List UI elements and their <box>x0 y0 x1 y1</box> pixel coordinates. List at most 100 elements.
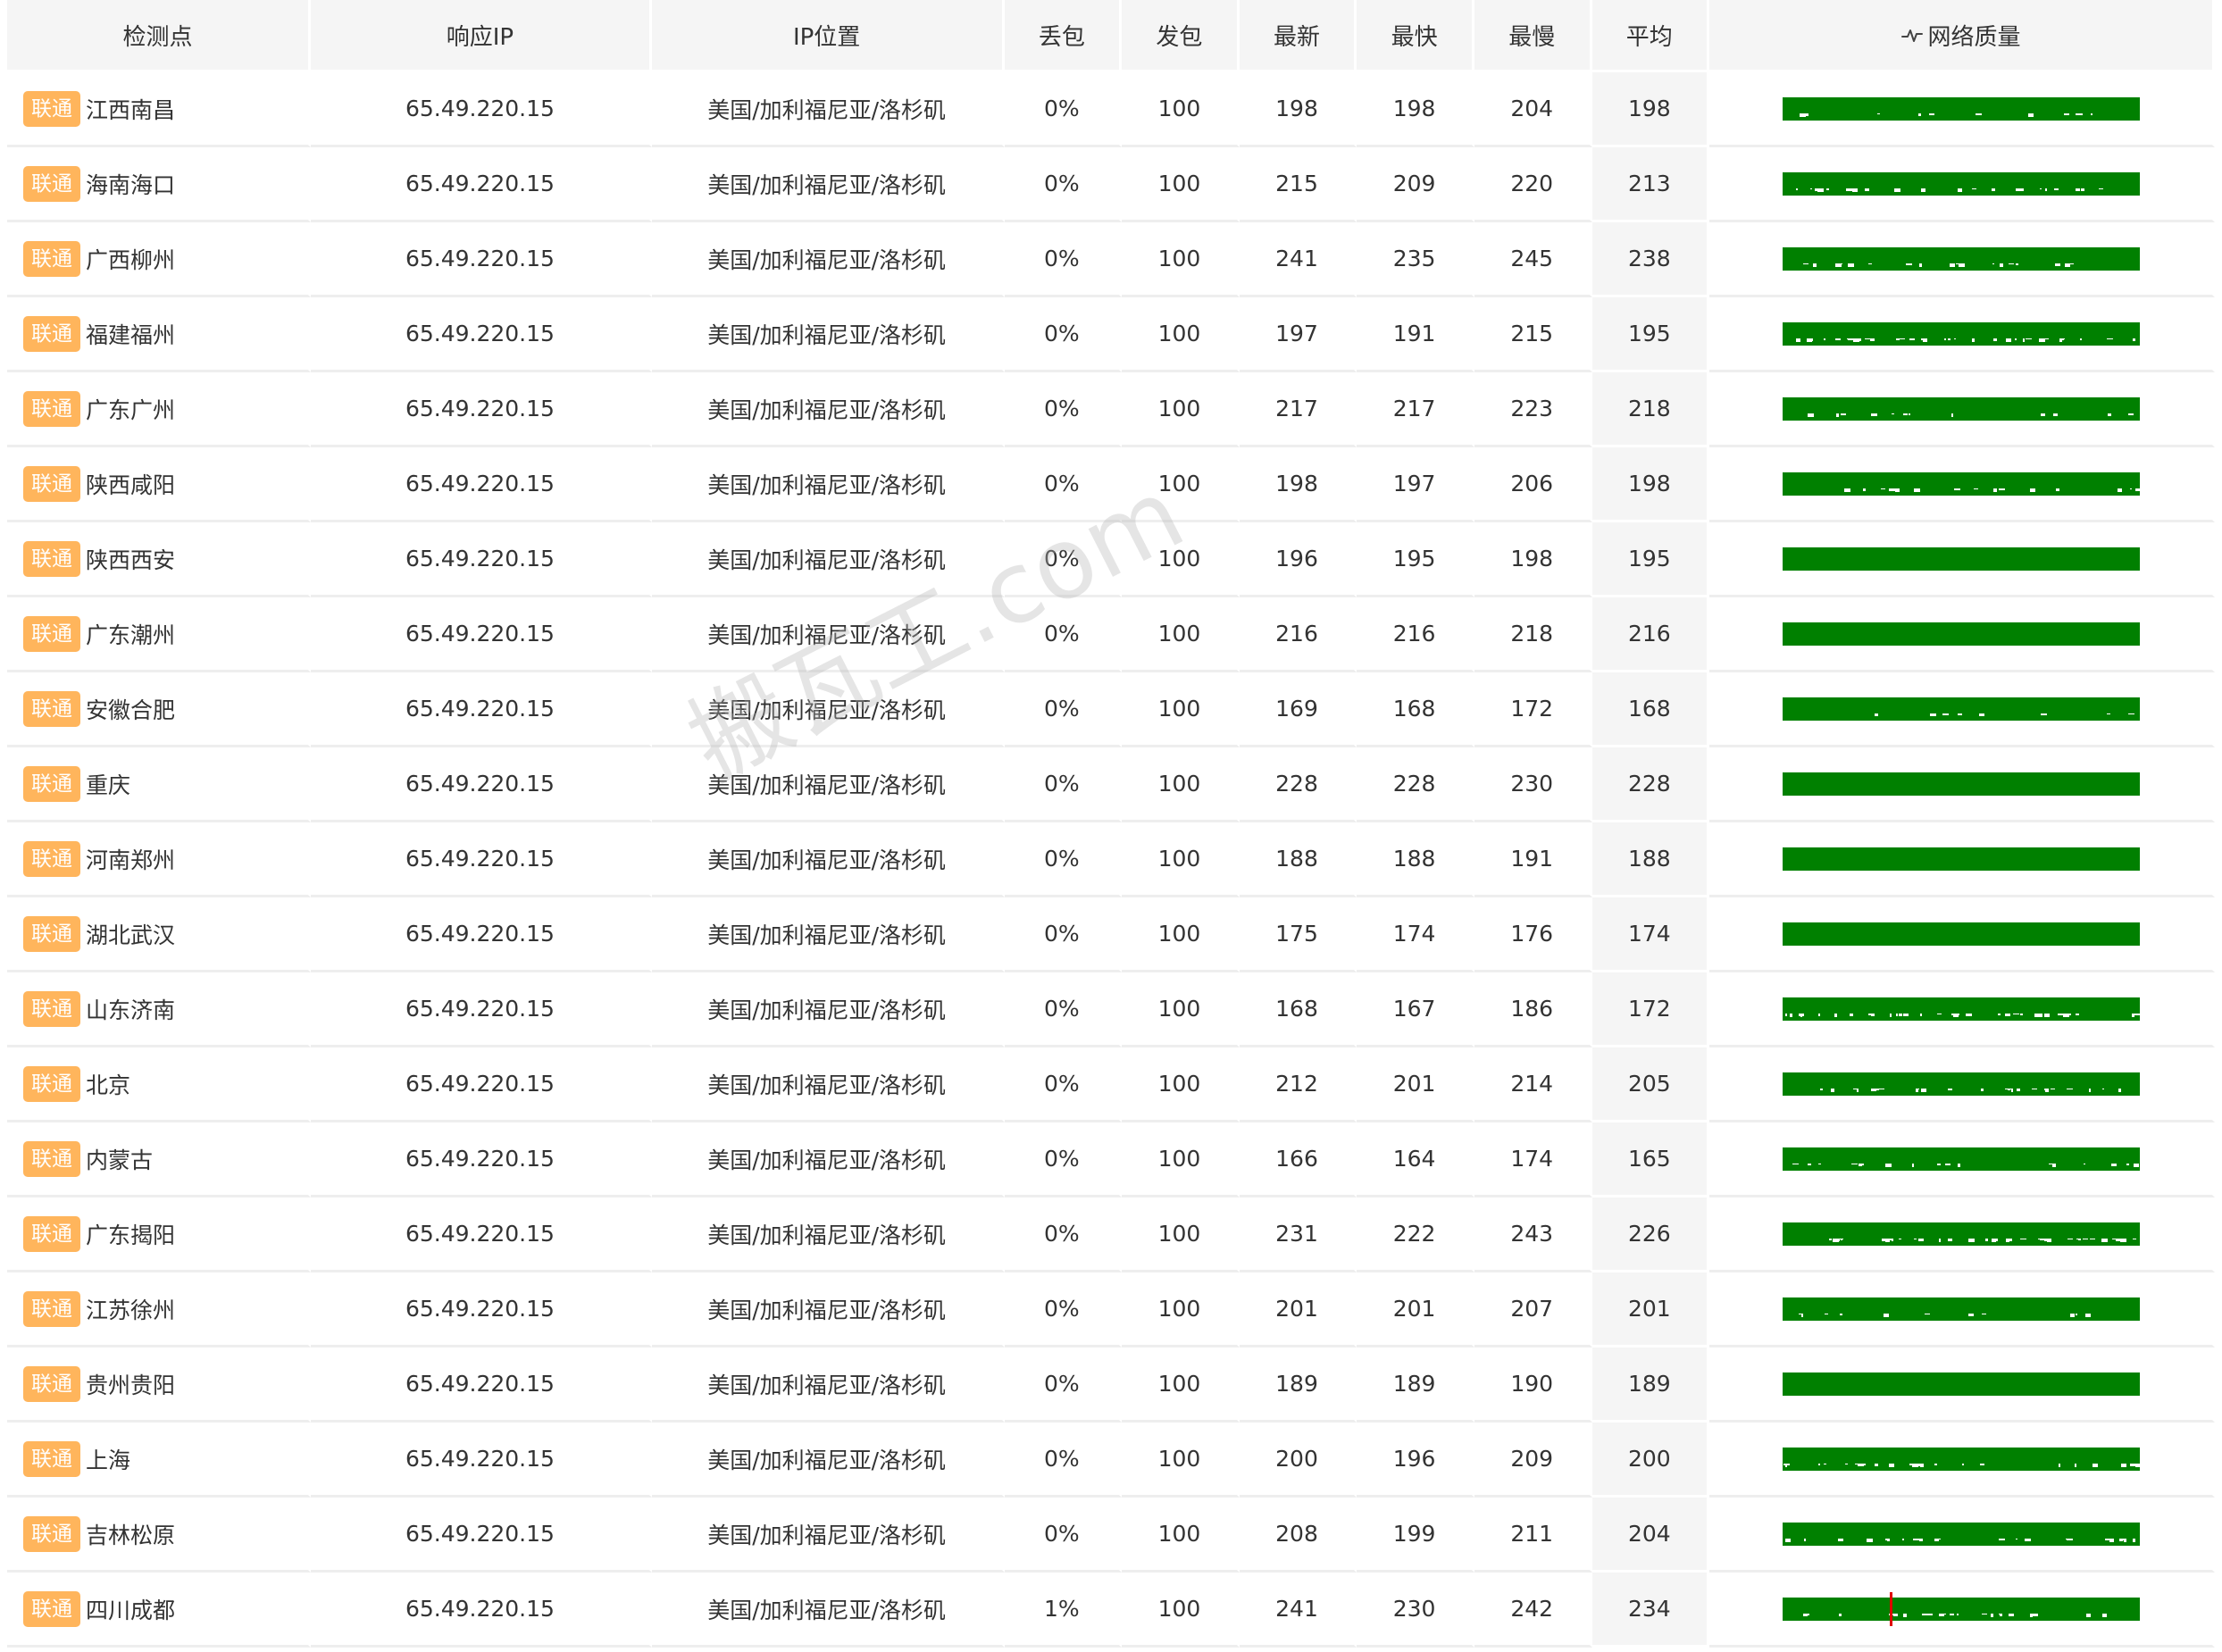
cell-slowest: 206 <box>1474 447 1592 522</box>
quality-bar[interactable] <box>1782 1591 2140 1626</box>
cell-loss: 0% <box>1004 372 1123 447</box>
cell-quality <box>1709 1573 2215 1648</box>
quality-bar[interactable] <box>1782 171 2140 196</box>
cell-slowest: 242 <box>1474 1573 1592 1648</box>
quality-bar[interactable] <box>1782 546 2140 571</box>
cell-slowest: 214 <box>1474 1047 1592 1122</box>
quality-bar[interactable] <box>1782 1147 2140 1171</box>
cell-node: 联通 广东广州 <box>7 372 312 447</box>
cell-fastest: 209 <box>1357 147 1474 222</box>
cell-fastest: 235 <box>1357 222 1474 297</box>
cell-fastest: 188 <box>1357 822 1474 897</box>
quality-bar[interactable] <box>1782 697 2140 721</box>
cell-loss: 0% <box>1004 72 1123 147</box>
quality-jitter <box>1783 547 2140 552</box>
header-loss[interactable]: 丢包 <box>1004 0 1123 72</box>
cell-ip: 65.49.220.15 <box>311 1272 652 1347</box>
node-name: 四川成都 <box>86 1597 176 1623</box>
quality-bar[interactable] <box>1782 1522 2140 1546</box>
quality-jitter <box>1783 397 2140 417</box>
cell-average: 165 <box>1591 1122 1710 1197</box>
quality-bar[interactable] <box>1782 321 2140 346</box>
isp-badge: 联通 <box>23 1515 80 1552</box>
cell-quality <box>1709 1347 2215 1423</box>
header-average[interactable]: 平均 <box>1591 0 1710 72</box>
node-name: 重庆 <box>86 772 131 798</box>
cell-location: 美国/加利福尼亚/洛杉矶 <box>651 1122 1005 1197</box>
quality-bar[interactable] <box>1782 1372 2140 1396</box>
cell-loss: 0% <box>1004 822 1123 897</box>
quality-bar[interactable] <box>1782 997 2141 1021</box>
ping-results-panel: 检测点 响应IP IP位置 丢包 发包 最新 最快 最慢 平均 网络质量 联通江 <box>7 0 2215 1648</box>
quality-bar[interactable] <box>1782 471 2141 496</box>
cell-latest: 208 <box>1239 1498 1357 1573</box>
header-latest[interactable]: 最新 <box>1239 0 1357 72</box>
cell-loss: 0% <box>1004 147 1123 222</box>
cell-fastest: 230 <box>1357 1573 1474 1648</box>
cell-average: 213 <box>1591 147 1710 222</box>
node-name: 湖北武汉 <box>86 922 176 948</box>
quality-bar[interactable] <box>1782 1447 2141 1471</box>
isp-badge: 联通 <box>23 1290 80 1327</box>
cell-sent: 100 <box>1122 1272 1240 1347</box>
cell-latest: 212 <box>1239 1047 1357 1122</box>
cell-ip: 65.49.220.15 <box>311 972 652 1047</box>
header-node[interactable]: 检测点 <box>7 0 312 72</box>
header-fastest[interactable]: 最快 <box>1357 0 1474 72</box>
header-slowest[interactable]: 最慢 <box>1474 0 1592 72</box>
header-quality[interactable]: 网络质量 <box>1709 0 2215 72</box>
cell-sent: 100 <box>1122 597 1240 672</box>
cell-average: 234 <box>1591 1573 1710 1648</box>
cell-quality <box>1709 222 2215 297</box>
cell-slowest: 211 <box>1474 1498 1592 1573</box>
quality-bar[interactable] <box>1782 1222 2140 1246</box>
quality-bar[interactable] <box>1782 847 2140 871</box>
node-name: 上海 <box>86 1447 131 1473</box>
cell-node: 联通 北京 <box>7 1047 312 1122</box>
table-row: 联通 贵州贵阳 65.49.220.15 美国/加利福尼亚/洛杉矶 0% 100 189 18… <box>7 1347 2215 1423</box>
cell-quality <box>1709 1272 2215 1347</box>
quality-jitter <box>1783 922 2140 927</box>
cell-quality <box>1709 447 2215 522</box>
node-name: 广东潮州 <box>86 622 176 648</box>
quality-bar[interactable] <box>1782 772 2140 796</box>
cell-loss: 0% <box>1004 447 1123 522</box>
cell-sent: 100 <box>1122 297 1240 372</box>
quality-bar[interactable] <box>1782 396 2140 421</box>
cell-average: 198 <box>1591 72 1710 147</box>
ping-results-table: 检测点 响应IP IP位置 丢包 发包 最新 最快 最慢 平均 网络质量 联通江 <box>7 0 2215 1648</box>
cell-sent: 100 <box>1122 1122 1240 1197</box>
cell-latest: 188 <box>1239 822 1357 897</box>
cell-node: 联通 重庆 <box>7 747 312 822</box>
quality-bar[interactable] <box>1782 1072 2140 1096</box>
header-ip[interactable]: 响应IP <box>311 0 652 72</box>
cell-ip: 65.49.220.15 <box>311 1122 652 1197</box>
cell-average: 195 <box>1591 297 1710 372</box>
cell-node: 联通 上海 <box>7 1423 312 1498</box>
cell-sent: 100 <box>1122 747 1240 822</box>
quality-bar[interactable] <box>1782 922 2140 946</box>
cell-quality <box>1709 297 2215 372</box>
header-location[interactable]: IP位置 <box>651 0 1005 72</box>
header-sent[interactable]: 发包 <box>1122 0 1240 72</box>
cell-ip: 65.49.220.15 <box>311 297 652 372</box>
isp-badge: 联通 <box>23 690 80 727</box>
isp-badge: 联通 <box>23 915 80 952</box>
table-row: 联通 北京 65.49.220.15 美国/加利福尼亚/洛杉矶 0% 100 212 201 2… <box>7 1047 2215 1122</box>
cell-quality <box>1709 522 2215 597</box>
cell-node: 联通 吉林松原 <box>7 1498 312 1573</box>
cell-sent: 100 <box>1122 1347 1240 1423</box>
cell-ip: 65.49.220.15 <box>311 1573 652 1648</box>
cell-location: 美国/加利福尼亚/洛杉矶 <box>651 147 1005 222</box>
isp-badge: 联通 <box>23 840 80 877</box>
quality-bar[interactable] <box>1782 96 2140 121</box>
isp-badge: 联通 <box>23 990 80 1027</box>
quality-bar[interactable] <box>1782 622 2140 646</box>
table-header: 检测点 响应IP IP位置 丢包 发包 最新 最快 最慢 平均 网络质量 <box>7 0 2215 72</box>
quality-bar[interactable] <box>1782 1297 2140 1321</box>
isp-badge: 联通 <box>23 615 80 652</box>
isp-badge: 联通 <box>23 315 80 352</box>
cell-ip: 65.49.220.15 <box>311 72 652 147</box>
quality-bar[interactable] <box>1782 246 2140 271</box>
node-name: 陕西咸阳 <box>86 471 176 498</box>
